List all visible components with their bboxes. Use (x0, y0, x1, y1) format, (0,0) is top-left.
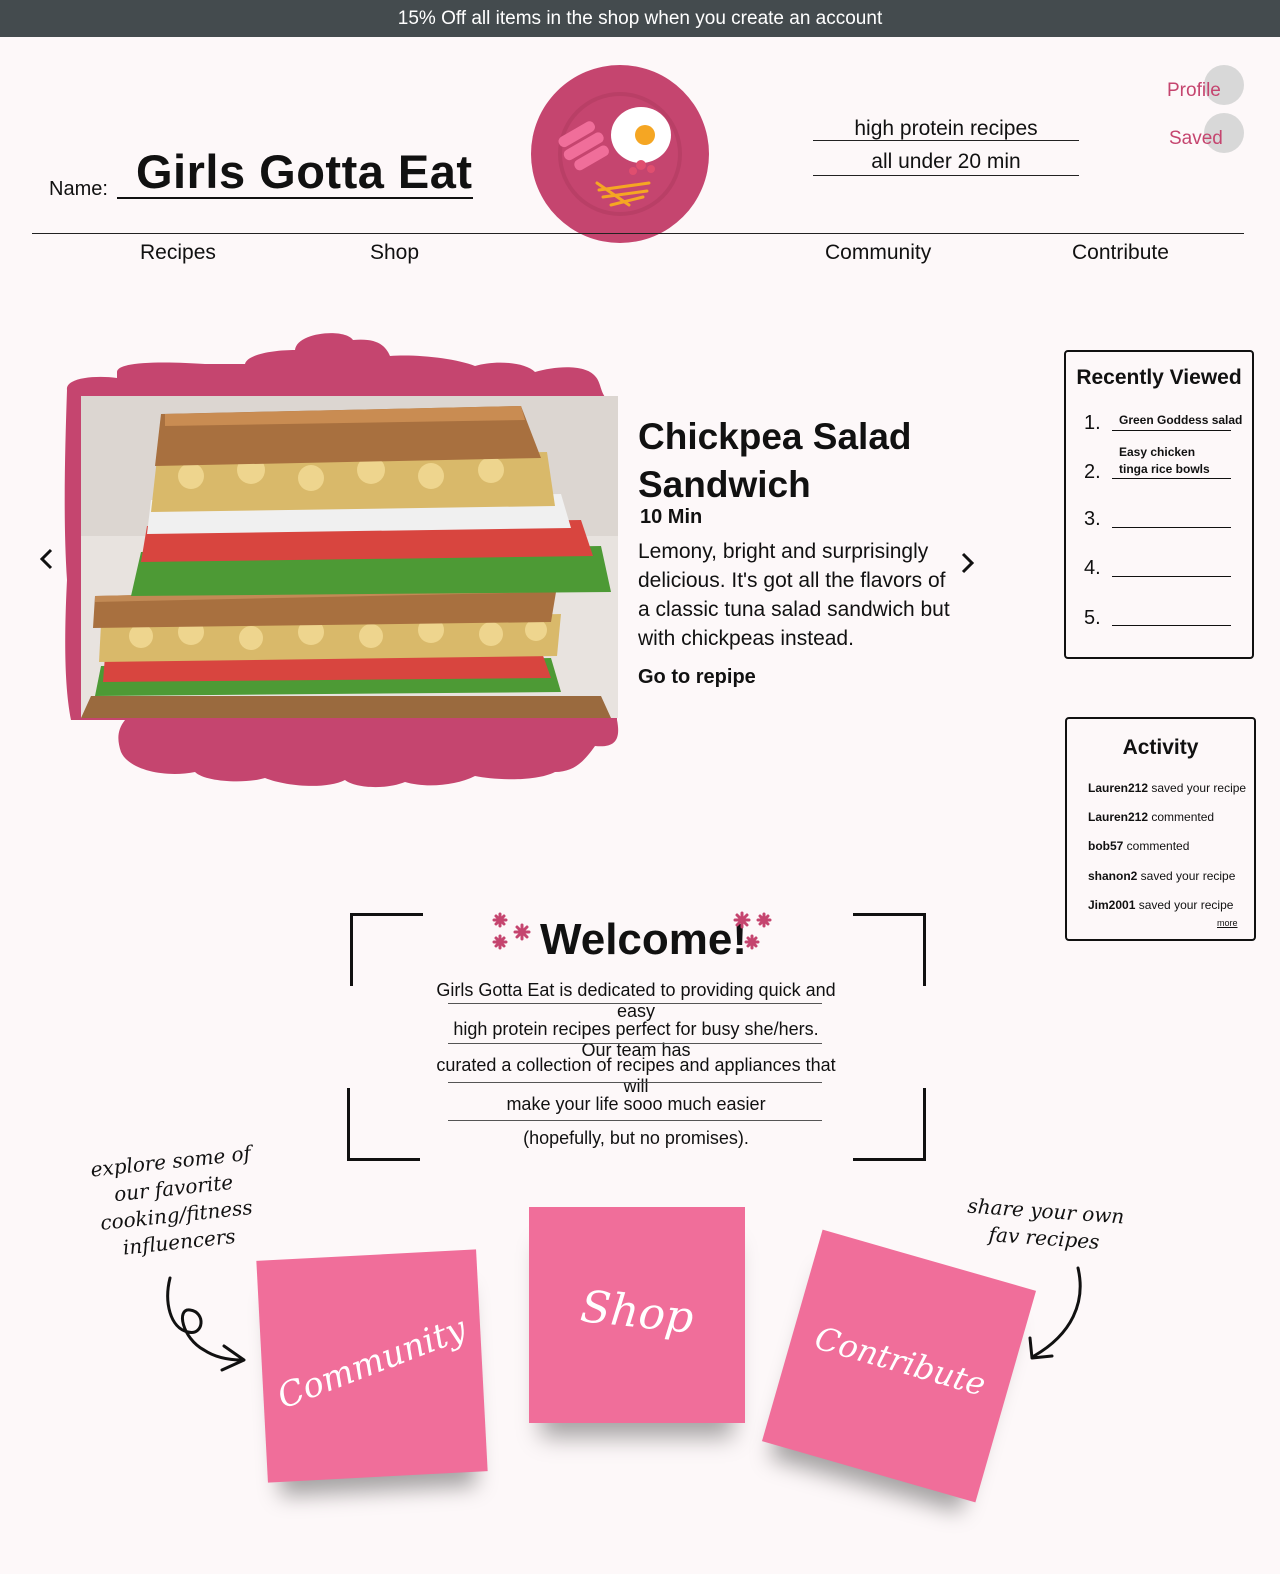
frame-corner-tl (350, 913, 423, 986)
activity-action: saved your recipe (1135, 898, 1234, 912)
recipe-title-line-2: Sandwich (638, 464, 811, 505)
curved-arrow-right-icon (1028, 1266, 1082, 1360)
rv-item-1[interactable]: Green Goddess salad (1119, 412, 1244, 429)
rv-line (1112, 527, 1231, 528)
activity-row[interactable]: Jim2001 saved your recipe (1088, 898, 1233, 912)
recently-viewed-panel: Recently Viewed 1. Green Goddess salad 2… (1064, 350, 1254, 659)
activity-action: commented (1123, 839, 1190, 853)
nav-recipes[interactable]: Recipes (140, 241, 216, 265)
activity-more-link[interactable]: more (1217, 918, 1238, 928)
nav-shop[interactable]: Shop (370, 241, 419, 265)
saved-link[interactable]: Saved (1169, 128, 1223, 150)
activity-user: Jim2001 (1088, 898, 1136, 912)
welcome-rule (448, 1082, 822, 1083)
recipe-image[interactable] (81, 396, 618, 718)
welcome-rule (448, 1003, 822, 1004)
sparkle-right-icon (733, 911, 772, 950)
recipe-time: 10 Min (640, 506, 703, 528)
rv-num: 1. (1084, 412, 1101, 434)
welcome-rule (448, 1043, 822, 1044)
sparkle-left-icon (492, 912, 531, 950)
rv-line (1112, 625, 1231, 626)
rv-line (1112, 478, 1231, 479)
welcome-line-1: Girls Gotta Eat is dedicated to providin… (436, 980, 836, 1021)
carousel-next-button[interactable] (958, 546, 978, 588)
activity-row[interactable]: shanon2 saved your recipe (1088, 869, 1235, 883)
tagline-rule-2 (813, 175, 1079, 176)
rv-num: 3. (1084, 508, 1101, 530)
shop-note-label: Shop (578, 1281, 696, 1344)
tagline-2: all under 20 min (871, 150, 1021, 173)
activity-user: Lauren212 (1088, 781, 1149, 795)
activity-title: Activity (1122, 736, 1199, 759)
community-note-button[interactable]: Community (256, 1249, 488, 1483)
frame-corner-bl (347, 1088, 420, 1161)
tagline-1: high protein recipes (854, 117, 1038, 140)
contribute-note-label: Contribute (810, 1318, 991, 1404)
name-underline (117, 197, 473, 199)
nav-community[interactable]: Community (825, 241, 931, 265)
activity-user: bob57 (1088, 839, 1124, 853)
activity-panel: Activity Lauren212 saved your recipe Lau… (1065, 717, 1256, 941)
welcome-line-4: make your life sooo much easier (506, 1094, 766, 1114)
activity-user: Lauren212 (1088, 810, 1149, 824)
chevron-right-icon (961, 552, 975, 574)
recipe-title: Chickpea Salad Sandwich (638, 413, 958, 509)
activity-action: commented (1148, 810, 1215, 824)
shop-note-button[interactable]: Shop (529, 1207, 745, 1423)
recipe-description: Lemony, bright and surprisingly deliciou… (638, 540, 950, 650)
rv-num: 4. (1084, 557, 1101, 579)
logo-plate-icon[interactable] (531, 65, 709, 243)
welcome-line-3: curated a collection of recipes and appl… (436, 1055, 836, 1096)
rv-line (1112, 430, 1231, 431)
carousel-prev-button[interactable] (36, 542, 56, 584)
chevron-left-icon (39, 548, 53, 570)
nav-divider (32, 233, 1244, 234)
activity-row[interactable]: bob57 commented (1088, 839, 1189, 853)
frame-corner-br (853, 1088, 926, 1161)
community-note-label: Community (272, 1308, 472, 1418)
recently-viewed-title: Recently Viewed (1076, 366, 1242, 389)
welcome-rule (448, 1120, 822, 1121)
tagline-rule-1 (813, 140, 1079, 141)
recipe-title-line-1: Chickpea Salad (638, 416, 912, 457)
go-to-recipe-link[interactable]: Go to repipe (638, 666, 756, 689)
community-caption: explore some of our favorite cooking/fit… (65, 1137, 285, 1266)
profile-link[interactable]: Profile (1167, 80, 1221, 102)
name-label: Name: (49, 178, 108, 200)
rv-num: 2. (1084, 461, 1101, 483)
activity-action: saved your recipe (1148, 781, 1247, 795)
curly-arrow-left-icon (166, 1276, 246, 1372)
welcome-line-5: (hopefully, but no promises). (523, 1128, 749, 1148)
activity-user: shanon2 (1088, 869, 1138, 883)
rv-item-2[interactable]: Easy chicken tinga rice bowls (1119, 444, 1219, 478)
contribute-caption: share your own fav recipes (948, 1191, 1141, 1258)
rv-num: 5. (1084, 607, 1101, 629)
frame-corner-tr (853, 913, 926, 986)
promo-banner: 15% Off all items in the shop when you c… (0, 0, 1280, 37)
activity-action: saved your recipe (1137, 869, 1236, 883)
contribute-note-button[interactable]: Contribute (761, 1229, 1037, 1503)
activity-row[interactable]: Lauren212 saved your recipe (1088, 781, 1246, 795)
rv-line (1112, 576, 1231, 577)
nav-contribute[interactable]: Contribute (1072, 241, 1169, 265)
activity-row[interactable]: Lauren212 commented (1088, 810, 1214, 824)
site-name[interactable]: Girls Gotta Eat (136, 144, 473, 199)
welcome-title: Welcome! (540, 915, 748, 964)
